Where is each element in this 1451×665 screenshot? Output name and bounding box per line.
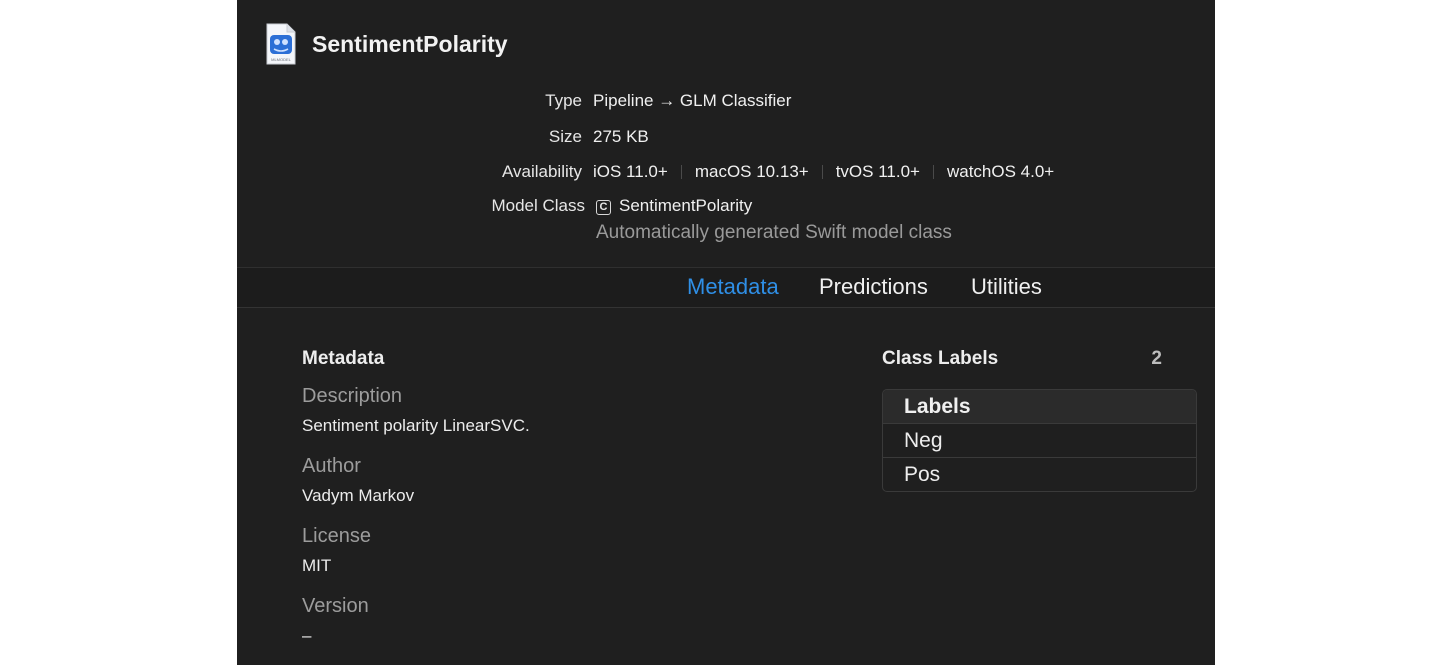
availability-label: Availability — [501, 162, 582, 181]
platform-tvos: tvOS 11.0+ — [835, 162, 920, 181]
class-labels-title: Class Labels — [882, 348, 999, 369]
size-value: 275 KB — [593, 127, 649, 146]
model-name: SentimentPolarity — [312, 31, 508, 57]
platform-ios: iOS 11.0+ — [593, 162, 668, 181]
author-label: Author — [302, 455, 361, 477]
class-labels-table: Labels Neg Pos — [882, 389, 1197, 492]
tab-utilities[interactable]: Utilities — [971, 274, 1042, 300]
platform-divider — [821, 165, 823, 179]
platform-list: iOS 11.0+ macOS 10.13+ tvOS 11.0+ watchO… — [593, 162, 1054, 182]
icon-caption: MLMODEL — [271, 57, 292, 62]
metadata-title: Metadata — [302, 348, 385, 369]
platform-macos: macOS 10.13+ — [694, 162, 809, 181]
type-label: Type — [545, 91, 582, 110]
labels-column-header[interactable]: Labels — [883, 390, 1196, 424]
description-label: Description — [302, 385, 403, 407]
tab-metadata[interactable]: Metadata — [687, 274, 779, 300]
version-value: – — [302, 626, 312, 645]
license-value: MIT — [302, 556, 332, 575]
type-value: Pipeline → GLM Classifier — [593, 91, 792, 110]
license-label: License — [302, 525, 371, 547]
tab-predictions[interactable]: Predictions — [819, 274, 928, 300]
tab-bar: Metadata Predictions Utilities — [237, 267, 1215, 308]
platform-divider — [680, 165, 682, 179]
label-row-pos[interactable]: Pos — [883, 458, 1196, 491]
author-value: Vadym Markov — [302, 486, 415, 505]
model-class-link[interactable]: C SentimentPolarity — [596, 196, 752, 216]
class-icon: C — [596, 200, 611, 215]
model-detail-panel: MLMODEL SentimentPolarity Type Pipeline … — [237, 0, 1215, 665]
size-label: Size — [548, 127, 582, 146]
description-value: Sentiment polarity LinearSVC. — [302, 416, 530, 435]
platform-divider — [932, 165, 934, 179]
class-labels-section: Class Labels 2 Labels Neg Pos — [882, 348, 1197, 492]
class-labels-count: 2 — [1151, 348, 1162, 369]
model-class-label: Model Class — [491, 196, 585, 215]
label-row-neg[interactable]: Neg — [883, 424, 1196, 458]
model-class-value: SentimentPolarity — [619, 196, 753, 215]
model-class-note: Automatically generated Swift model clas… — [596, 222, 952, 243]
mlmodel-file-icon: MLMODEL — [266, 23, 296, 65]
metadata-section: Metadata Description Sentiment polarity … — [302, 348, 802, 645]
version-label: Version — [302, 595, 369, 617]
platform-watchos: watchOS 4.0+ — [946, 162, 1055, 181]
